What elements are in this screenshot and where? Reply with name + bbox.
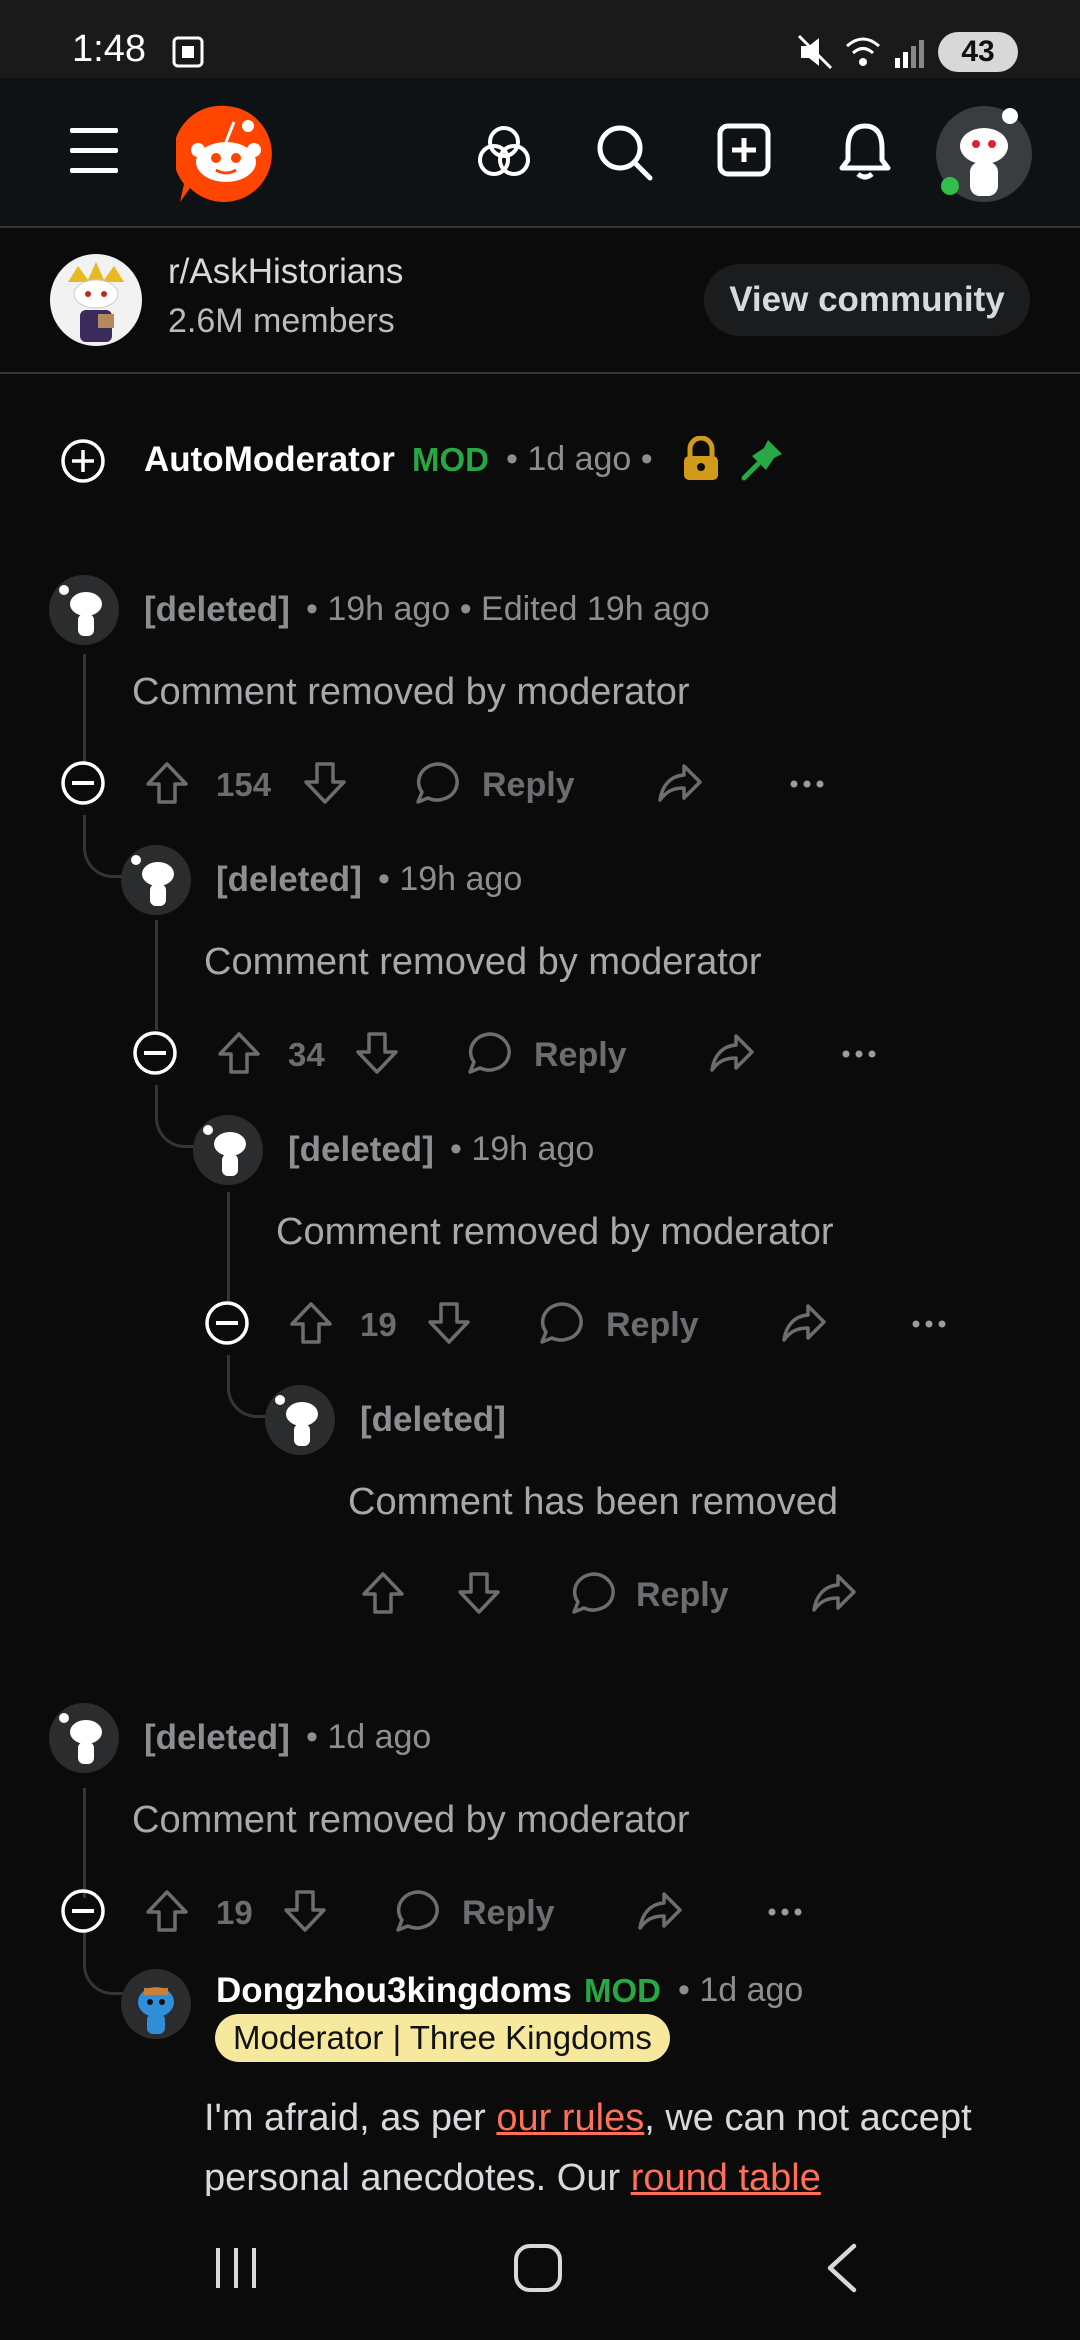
reply-button[interactable]: Reply: [482, 766, 575, 805]
deleted-avatar: [48, 1702, 120, 1774]
search-icon[interactable]: [594, 122, 654, 182]
rules-link[interactable]: our rules: [496, 2097, 644, 2139]
back-icon[interactable]: [822, 2242, 862, 2294]
downvote-icon[interactable]: [354, 1030, 400, 1076]
signal-icon: [893, 34, 929, 70]
share-icon[interactable]: [656, 760, 704, 806]
more-options-icon[interactable]: [842, 1050, 876, 1058]
mute-icon: [795, 32, 835, 72]
comment-body: Comment has been removed: [348, 1481, 839, 1523]
vote-count: 34: [288, 1036, 325, 1073]
thread-line: [83, 654, 86, 764]
wifi-icon: [843, 32, 883, 72]
deleted-avatar: [192, 1114, 264, 1186]
community-members: 2.6M members: [168, 302, 395, 340]
vote-count: 19: [360, 1306, 397, 1343]
comment-author[interactable]: [deleted]: [144, 1718, 290, 1758]
upvote-icon[interactable]: [216, 1030, 262, 1076]
share-icon[interactable]: [780, 1300, 828, 1346]
upvote-icon[interactable]: [360, 1570, 406, 1616]
comment-meta: • 19h ago: [450, 1130, 595, 1168]
round-table-link[interactable]: round table: [631, 2157, 821, 2199]
community-name[interactable]: r/AskHistorians: [168, 252, 403, 292]
upvote-icon[interactable]: [144, 1888, 190, 1934]
downvote-icon[interactable]: [456, 1570, 502, 1616]
downvote-icon[interactable]: [426, 1300, 472, 1346]
user-flair: Moderator | Three Kingdoms: [215, 2014, 670, 2062]
mod-comment-author[interactable]: Dongzhou3kingdoms: [216, 1971, 572, 2011]
collapse-icon[interactable]: [204, 1300, 250, 1346]
popular-icon[interactable]: [474, 122, 534, 182]
reply-button[interactable]: Reply: [606, 1306, 699, 1345]
comment-body: Comment removed by moderator: [132, 1799, 690, 1841]
mod-comment-body: I'm afraid, as per our rules, we can not…: [204, 2088, 1044, 2208]
vote-count: 154: [216, 766, 272, 803]
automod-time: • 1d ago •: [506, 440, 653, 478]
comment-body: Comment removed by moderator: [204, 941, 762, 983]
screenshot-icon: [168, 32, 208, 72]
reply-button[interactable]: Reply: [462, 1894, 555, 1933]
reply-icon[interactable]: [414, 760, 462, 806]
deleted-avatar: [264, 1384, 336, 1456]
collapse-icon[interactable]: [132, 1030, 178, 1076]
mod-text-part: I'm afraid, as per: [204, 2097, 497, 2139]
comment-author[interactable]: [deleted]: [144, 590, 290, 630]
comment-author[interactable]: [deleted]: [288, 1130, 434, 1170]
comment-author[interactable]: [deleted]: [360, 1400, 506, 1440]
mod-avatar[interactable]: [120, 1968, 192, 2040]
battery-indicator: 43: [938, 32, 1018, 72]
collapse-icon[interactable]: [60, 760, 106, 806]
mod-comment-time: • 1d ago: [678, 1971, 804, 2009]
automod-author[interactable]: AutoModerator: [144, 440, 395, 480]
comment-meta: • 1d ago: [306, 1718, 432, 1756]
vote-count: 19: [216, 1894, 253, 1931]
comment-meta: • 19h ago • Edited 19h ago: [306, 590, 710, 628]
pin-icon: [740, 436, 786, 482]
reply-icon[interactable]: [466, 1030, 514, 1076]
collapse-icon[interactable]: [60, 1888, 106, 1934]
more-options-icon[interactable]: [768, 1908, 802, 1916]
share-icon[interactable]: [636, 1888, 684, 1934]
thread-line: [155, 920, 158, 1030]
thread-line: [227, 1192, 230, 1302]
comment-body: Comment removed by moderator: [276, 1211, 834, 1253]
reply-button[interactable]: Reply: [534, 1036, 627, 1075]
deleted-avatar: [48, 574, 120, 646]
lock-icon: [680, 436, 722, 482]
comment-meta: • 19h ago: [378, 860, 523, 898]
comment-body: Comment removed by moderator: [132, 671, 690, 713]
thread-line: [83, 1788, 86, 1898]
share-icon[interactable]: [810, 1570, 858, 1616]
home-icon[interactable]: [512, 2242, 564, 2294]
reddit-logo[interactable]: [176, 104, 276, 204]
create-post-icon[interactable]: [716, 122, 772, 178]
downvote-icon[interactable]: [302, 760, 348, 806]
app-header: [0, 78, 1080, 228]
downvote-icon[interactable]: [282, 1888, 328, 1934]
community-avatar[interactable]: [48, 252, 144, 348]
menu-icon[interactable]: [66, 124, 126, 180]
share-icon[interactable]: [708, 1030, 756, 1076]
more-options-icon[interactable]: [790, 780, 824, 788]
upvote-icon[interactable]: [288, 1300, 334, 1346]
mod-badge: MOD: [584, 1972, 661, 2009]
mod-badge: MOD: [412, 441, 489, 478]
reply-icon[interactable]: [394, 1888, 442, 1934]
upvote-icon[interactable]: [144, 760, 190, 806]
bell-icon[interactable]: [836, 120, 894, 182]
expand-icon[interactable]: [60, 438, 106, 484]
comment-author[interactable]: [deleted]: [216, 860, 362, 900]
deleted-avatar: [120, 844, 192, 916]
more-options-icon[interactable]: [912, 1320, 946, 1328]
reply-icon[interactable]: [570, 1570, 618, 1616]
reply-button[interactable]: Reply: [636, 1576, 729, 1615]
status-time: 1:48: [72, 28, 146, 70]
user-avatar[interactable]: [934, 104, 1034, 204]
recent-apps-icon[interactable]: [212, 2244, 262, 2292]
view-community-button[interactable]: View community: [704, 264, 1030, 336]
reply-icon[interactable]: [538, 1300, 586, 1346]
